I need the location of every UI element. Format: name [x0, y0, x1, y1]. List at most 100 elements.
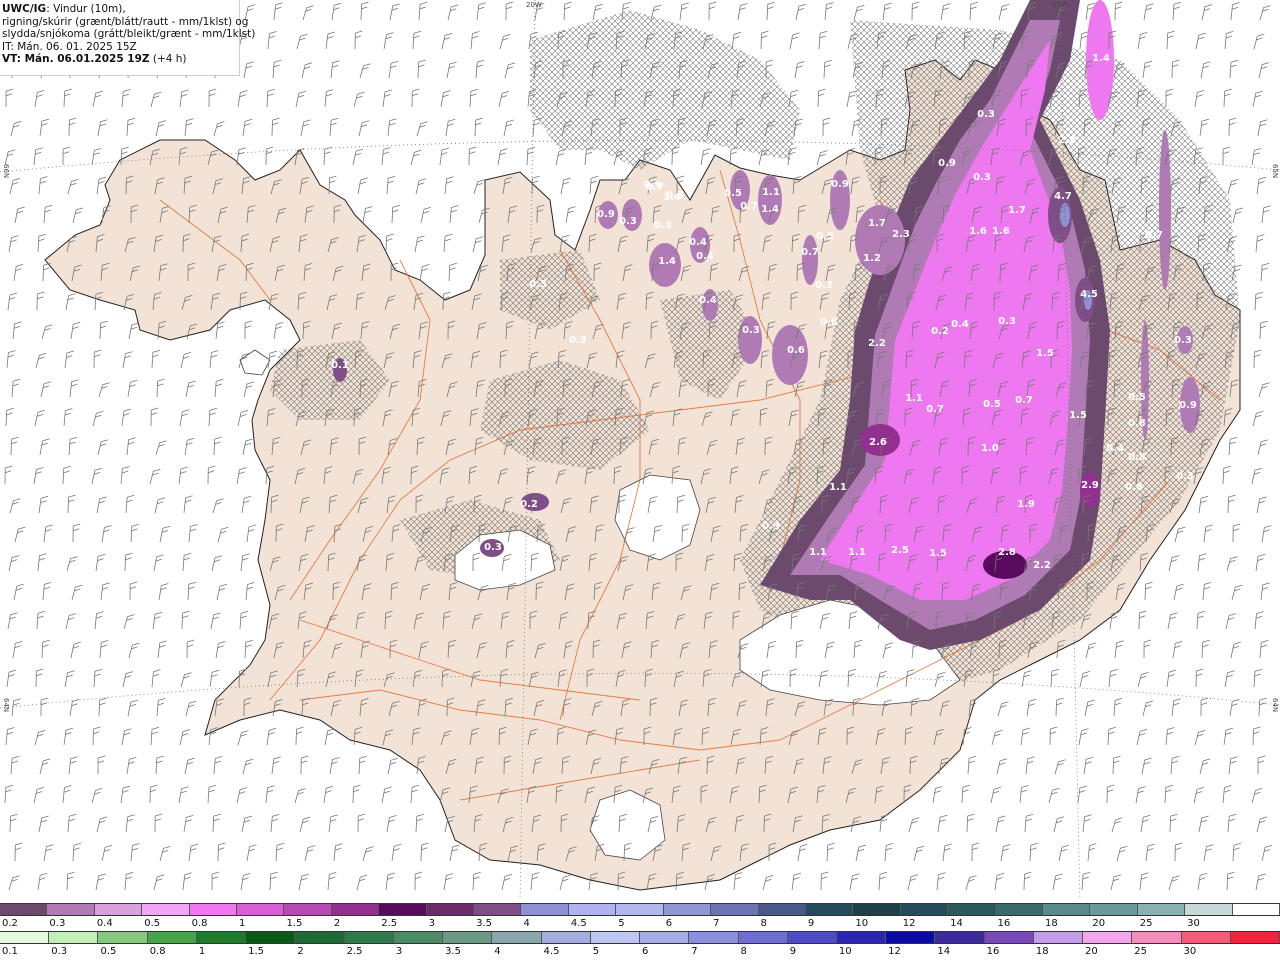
scale-swatch [1042, 904, 1091, 915]
scale-swatch [935, 932, 985, 943]
scale-label: 10 [855, 918, 869, 929]
scale-label: 3 [395, 946, 403, 957]
scale-swatch [663, 904, 712, 915]
precip-label: 0.8 [1128, 418, 1146, 429]
scale-label: 0.8 [149, 946, 166, 957]
precip-label: 1.4 [761, 204, 779, 215]
scale-swatch [758, 904, 806, 915]
scale-label: 20 [1092, 918, 1106, 929]
scale-swatch [94, 904, 143, 915]
scale-swatch [379, 904, 427, 915]
precip-label: 0.6 [820, 317, 838, 328]
scale-label: 3 [428, 918, 436, 929]
graticule-label-65n-right: 65N [1271, 164, 1279, 179]
precip-label: 1.5 [929, 548, 947, 559]
precip-label: 0.3 [762, 521, 780, 532]
scale-swatch [49, 932, 99, 943]
scale-label: 4 [494, 946, 501, 957]
scale-swatch [237, 904, 285, 915]
precip-label: 2.6 [869, 437, 887, 448]
scale-swatch [541, 932, 591, 943]
precip-label: 0.7 [801, 247, 819, 258]
scale-swatch [147, 932, 197, 943]
scale-label: 0.3 [51, 946, 68, 957]
precip-label: 1.1 [905, 393, 923, 404]
scale-label: 6 [665, 918, 673, 929]
scale-swatch [1230, 932, 1280, 943]
scale-swatch [853, 904, 901, 915]
precip-label: 0.8 [1128, 452, 1146, 463]
precip-label: 0.6 [787, 345, 805, 356]
graticule-label-64n-right: 64N [1271, 698, 1279, 713]
scale-label: 3.5 [445, 946, 461, 957]
precip-label: 0.4 [1106, 443, 1124, 454]
precip-label: 1.4 [658, 256, 676, 267]
scale-swatch [1090, 904, 1138, 915]
scale-label: 4 [523, 918, 530, 929]
precip-label: 0.5 [724, 188, 742, 199]
scale-label: 25 [1139, 918, 1153, 929]
precip-label: 0.3 [654, 220, 672, 231]
precip-label: 0.5 [816, 231, 834, 242]
precip-label: 0.3 [1174, 335, 1192, 346]
scale-swatch [1083, 932, 1133, 943]
scale-label: 5 [618, 918, 625, 929]
precip-label: 0.1 [331, 360, 349, 371]
map-info-box: UWC/IG: Vindur (10m), rigning/skúrir (gr… [0, 0, 255, 76]
precip-label: 0.9 [938, 158, 956, 169]
scale-label: 30 [1183, 946, 1197, 957]
scale-swatch [1232, 904, 1280, 915]
graticule-label-20w: 20W [526, 1, 542, 9]
precip-label: 0.4 [951, 319, 969, 330]
scale-label: 7 [713, 918, 720, 929]
precip-label: 1.7 [1008, 205, 1026, 216]
precip-label: 2.9 [1081, 480, 1099, 491]
scale-swatch [443, 932, 493, 943]
precip-label: 0.3 [742, 325, 760, 336]
precip-label: 0.3 [529, 279, 547, 290]
scale-label: 18 [1035, 946, 1049, 957]
precip-label: 0.9 [644, 180, 662, 191]
scale-label: 4.5 [570, 918, 587, 929]
scale-swatch [1185, 904, 1233, 915]
scale-label: 12 [902, 918, 916, 929]
scale-swatch [246, 932, 296, 943]
scale-label: 2.5 [346, 946, 363, 957]
scale-label: 0.4 [96, 918, 113, 929]
precip-label: 2.5 [891, 545, 909, 556]
precip-label: 4.5 [1080, 289, 1098, 300]
scale-label: 1 [239, 918, 246, 929]
scale-label: 2 [297, 946, 304, 957]
scale-swatch [426, 904, 475, 915]
scale-swatch [1033, 932, 1084, 943]
snow-color-scale [0, 903, 1280, 916]
scale-label: 18 [1044, 918, 1058, 929]
scale-swatch [948, 904, 996, 915]
scale-swatch [521, 904, 569, 915]
scale-label: 16 [997, 918, 1011, 929]
precip-label: 1.9 [1017, 499, 1035, 510]
scale-swatch [189, 904, 238, 915]
scale-swatch [1181, 932, 1231, 943]
scale-swatch [886, 932, 936, 943]
precip-label: 0.7 [1145, 230, 1163, 241]
graticule-label-15w: 15W [1052, 1, 1068, 9]
precip-label: 0.5 [983, 399, 1001, 410]
scale-swatch [900, 904, 949, 915]
precip-label: 1.0 [981, 443, 999, 454]
precip-label: 1.2 [863, 253, 881, 264]
precip-label: 0.3 [484, 542, 502, 553]
precip-label: 1.1 [848, 547, 866, 558]
scale-swatch [984, 932, 1034, 943]
scale-label: 25 [1134, 946, 1148, 957]
weather-map: 0.90.30.71.4 0.50.71.11.40.41.4 0.40.40.30… [0, 0, 1280, 900]
scale-label: 7 [691, 946, 698, 957]
forecast-offset: (+4 h) [149, 53, 187, 65]
precip-label: 0.9 [597, 209, 615, 220]
precip-label: 0.3 [1176, 471, 1194, 482]
scale-swatch [474, 904, 522, 915]
scale-swatch [331, 904, 380, 915]
scale-swatch [47, 904, 95, 915]
graticule-label-66n: 66N [2, 164, 10, 179]
scale-label: 0.3 [49, 918, 66, 929]
